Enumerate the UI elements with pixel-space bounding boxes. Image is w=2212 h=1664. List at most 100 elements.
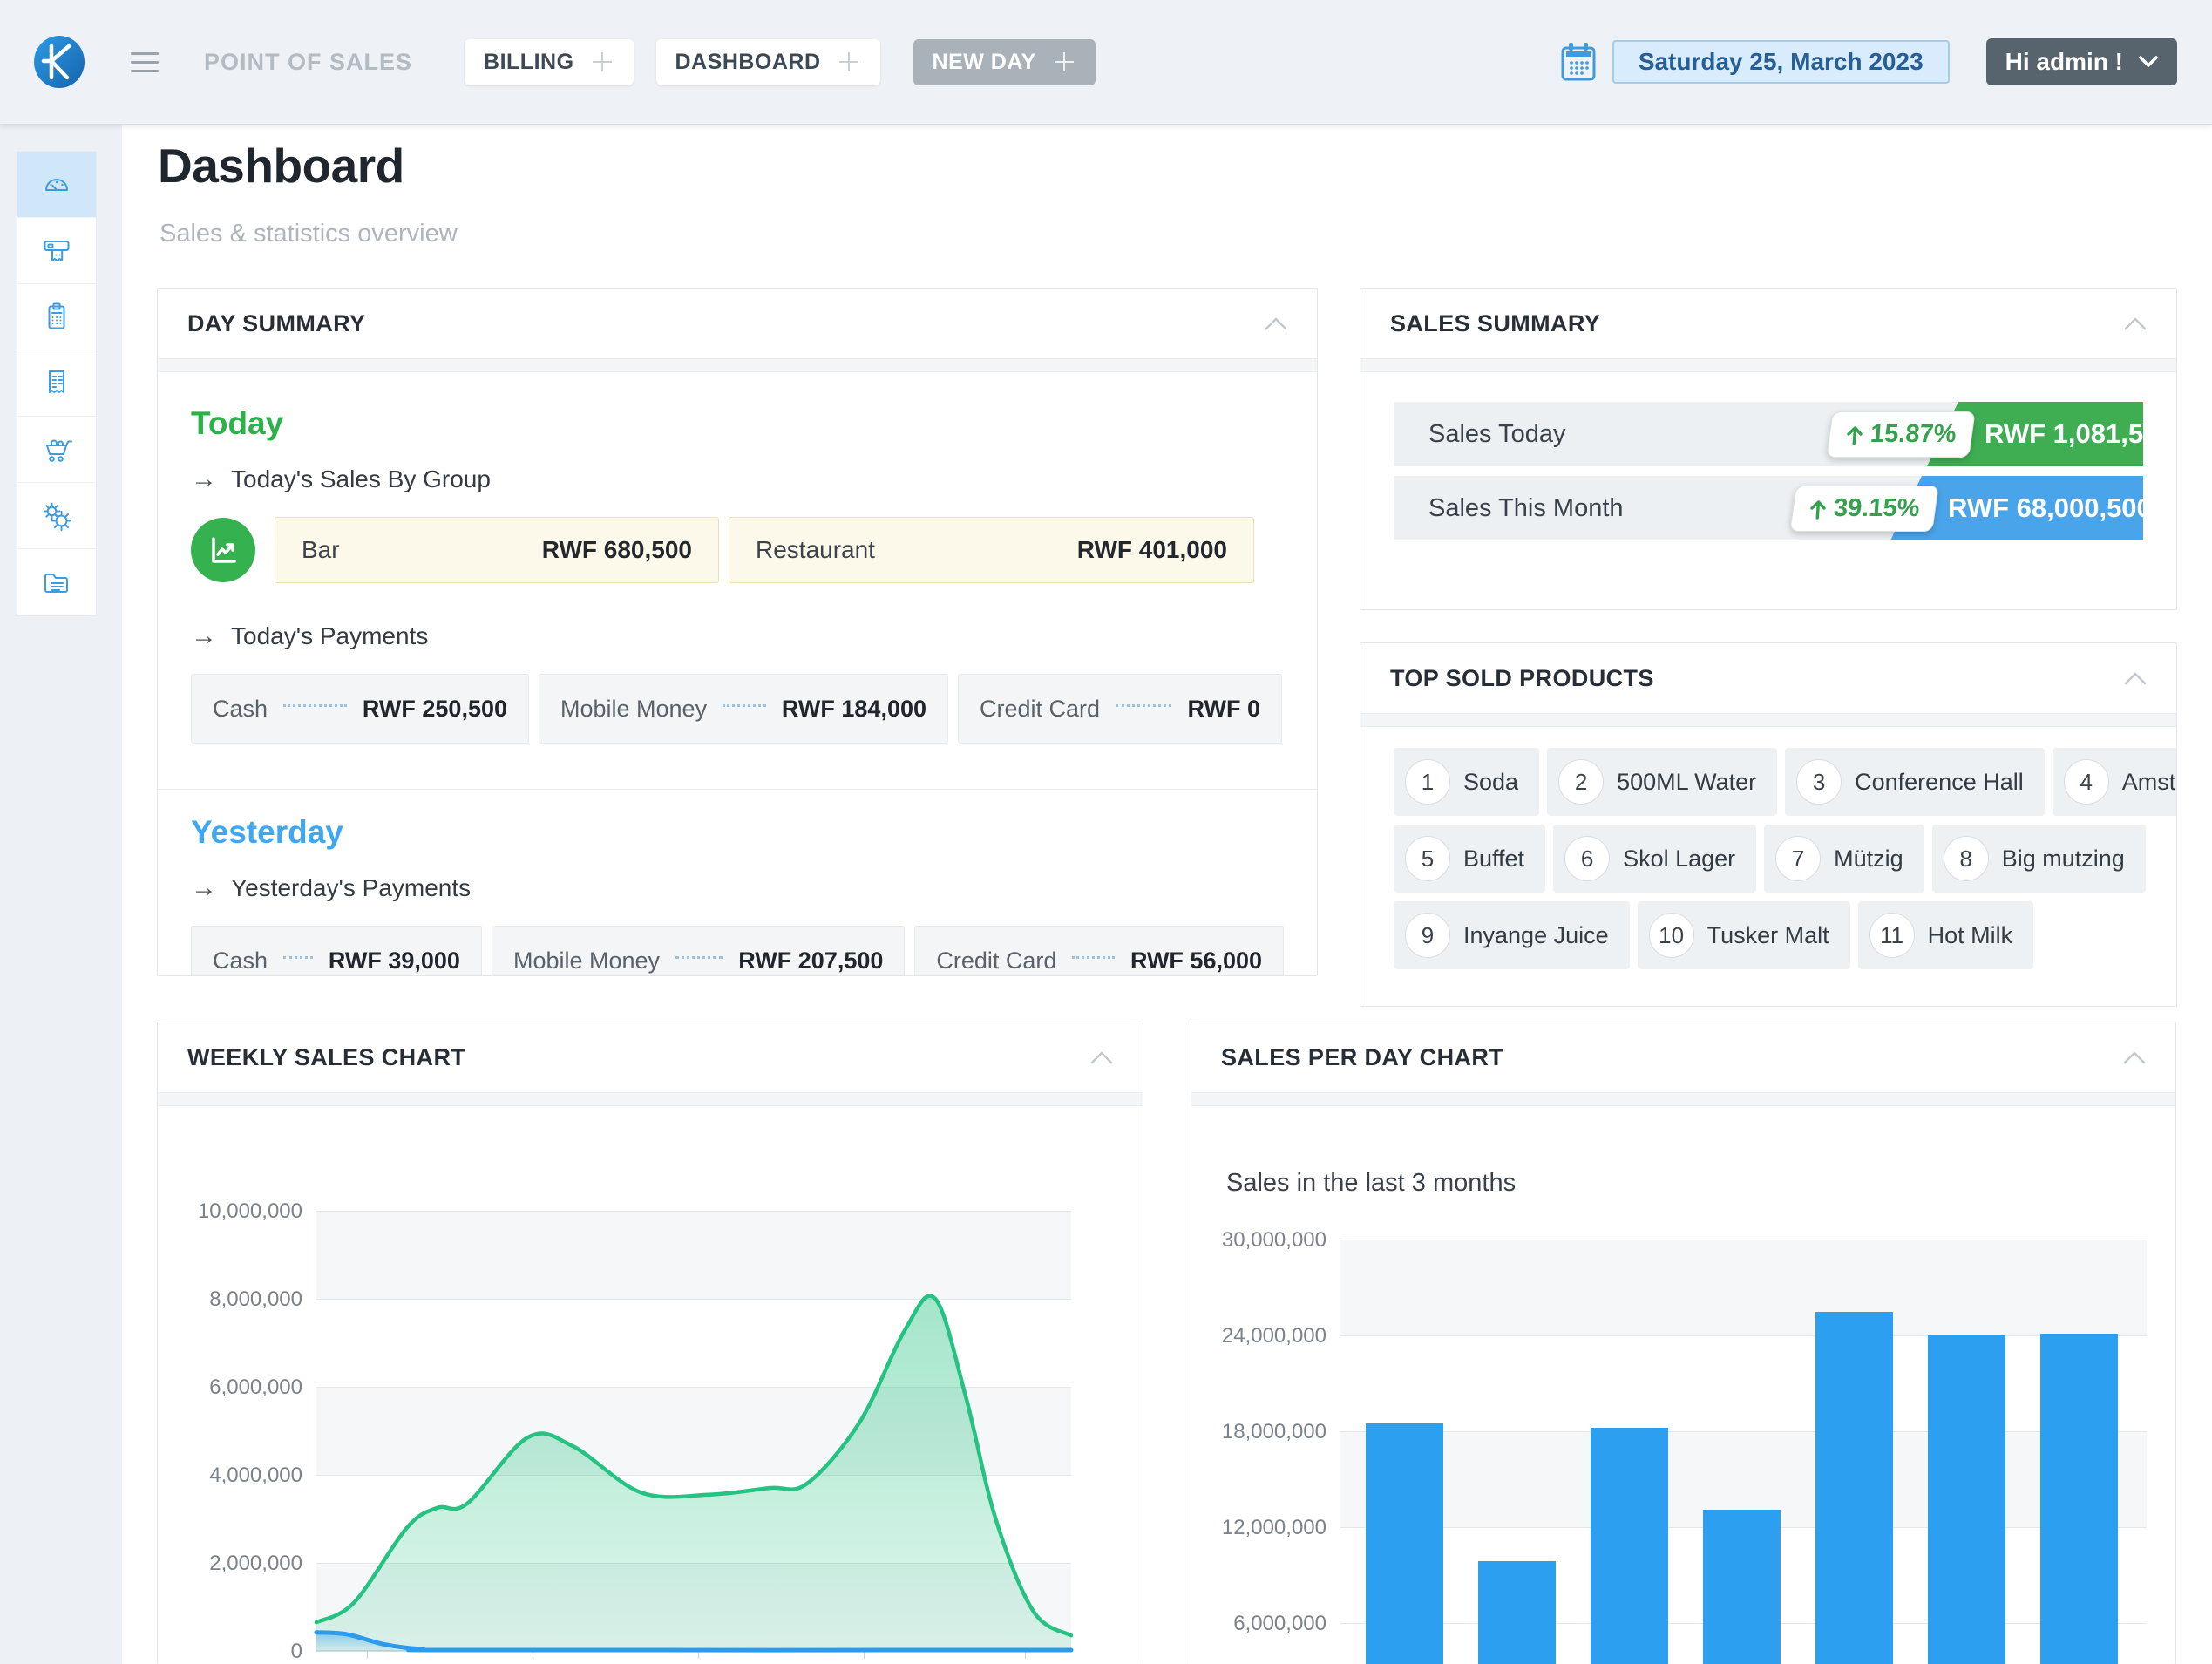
sales-group-box: Bar RWF 680,500 bbox=[275, 517, 719, 583]
menu-toggle-icon[interactable] bbox=[131, 52, 159, 72]
group-name: Bar bbox=[302, 536, 340, 564]
x-axis-tick bbox=[367, 1651, 368, 1659]
dashboard-button-label: DASHBOARD bbox=[675, 50, 821, 75]
yesterday-payments-label: → Yesterday's Payments bbox=[191, 873, 1284, 903]
daily-bar-chart: 30,000,00024,000,00018,000,00012,000,000… bbox=[1191, 1106, 2175, 1664]
sidebar-item-reports[interactable] bbox=[17, 549, 96, 615]
dotted-leader bbox=[283, 704, 347, 707]
collapse-chevron-icon[interactable] bbox=[1265, 317, 1287, 330]
sales-group-box: RestaurantRWF 401,000 bbox=[729, 517, 1254, 583]
payment-name: Cash bbox=[213, 696, 268, 723]
product-chip: 6 Skol Lager bbox=[1553, 825, 1756, 893]
sidebar-item-dashboard[interactable] bbox=[17, 152, 96, 218]
top-products-title: TOP SOLD PRODUCTS bbox=[1390, 665, 1654, 692]
payment-value: RWF 207,500 bbox=[738, 947, 883, 975]
sales-summary-row: Sales Today15.87%RWF 1,081,500 bbox=[1394, 402, 2143, 466]
invoices-icon bbox=[39, 366, 74, 401]
product-chip: 7Mützig bbox=[1764, 825, 1924, 893]
payment-name: Credit Card bbox=[936, 947, 1056, 975]
product-chip: 2500ML Water bbox=[1547, 748, 1777, 816]
weekly-area-chart: 10,000,0008,000,0006,000,0004,000,0002,0… bbox=[158, 1106, 1143, 1664]
sales-summary-rows: Sales Today15.87%RWF 1,081,500 Sales This… bbox=[1360, 372, 2176, 540]
weekly-sales-chart-card: WEEKLY SALES CHART 10,000,0008,000,0006,… bbox=[157, 1022, 1143, 1664]
y-axis-label: 4,000,000 bbox=[172, 1464, 302, 1488]
sales-row-label: Sales This Month bbox=[1394, 494, 1793, 523]
orders-icon bbox=[39, 300, 74, 335]
daily-sales-chart-card: SALES PER DAY CHART Sales in the last 3 … bbox=[1191, 1022, 2176, 1664]
product-name: Big mutzing bbox=[2002, 846, 2125, 873]
collapse-chevron-icon[interactable] bbox=[2124, 672, 2147, 685]
group-value: RWF 401,000 bbox=[1077, 536, 1227, 564]
app-logo-icon[interactable] bbox=[33, 35, 85, 89]
collapse-chevron-icon[interactable] bbox=[2124, 317, 2147, 330]
y-axis-label: 30,000,000 bbox=[1196, 1228, 1327, 1253]
sidebar-item-orders[interactable] bbox=[17, 284, 96, 350]
today-payments-row: CashRWF 250,500Mobile MoneyRWF 184,000Cr… bbox=[191, 674, 1284, 744]
product-chip: 3Conference Hall bbox=[1785, 748, 2045, 816]
product-name: Tusker Malt bbox=[1707, 922, 1829, 949]
payment-box: Credit CardRWF 56,000 bbox=[914, 926, 1284, 976]
sales-bar bbox=[2040, 1334, 2118, 1664]
sidebar-item-invoices[interactable] bbox=[17, 350, 96, 417]
gridline bbox=[1340, 1335, 2147, 1336]
sales-bar bbox=[1591, 1428, 1668, 1664]
card-divider-band bbox=[158, 1092, 1143, 1106]
payment-box: Mobile MoneyRWF 184,000 bbox=[539, 674, 948, 744]
product-chip: 9Inyange Juice bbox=[1394, 901, 1630, 969]
dashboard-button[interactable]: DASHBOARD bbox=[656, 39, 880, 85]
day-summary-title: DAY SUMMARY bbox=[187, 310, 365, 337]
payment-value: RWF 184,000 bbox=[782, 696, 926, 723]
page-title: Dashboard bbox=[158, 138, 404, 194]
date-picker[interactable]: Saturday 25, March 2023 bbox=[1612, 40, 1950, 84]
product-chip: 1Soda bbox=[1394, 748, 1539, 816]
y-axis-label: 24,000,000 bbox=[1196, 1324, 1327, 1348]
sales-summary-title: SALES SUMMARY bbox=[1390, 310, 1600, 337]
area-chart-svg bbox=[316, 1211, 1071, 1651]
payment-name: Cash bbox=[213, 947, 268, 975]
billing-button[interactable]: BILLING bbox=[465, 39, 634, 85]
y-axis-label: 0 bbox=[172, 1640, 302, 1664]
gridline bbox=[1340, 1431, 2147, 1432]
product-rank-badge: 2 bbox=[1558, 759, 1604, 805]
new-day-button[interactable]: NEW DAY bbox=[913, 39, 1096, 85]
sidebar-item-products[interactable] bbox=[17, 417, 96, 483]
card-divider-band bbox=[1191, 1092, 2175, 1106]
product-chip-row: 1Soda2500ML Water3Conference Hall4Amstel bbox=[1394, 748, 2143, 816]
payment-name: Mobile Money bbox=[513, 947, 660, 975]
product-name: Amstel bbox=[2122, 769, 2177, 796]
sidebar-item-billing[interactable] bbox=[17, 218, 96, 284]
top-products-card: TOP SOLD PRODUCTS 1Soda2500ML Water3Conf… bbox=[1360, 642, 2177, 1007]
user-menu[interactable]: Hi admin ! bbox=[1986, 38, 2177, 85]
page-subtitle: Sales & statistics overview bbox=[159, 220, 458, 248]
today-payments-label: → Today's Payments bbox=[191, 621, 1284, 651]
sales-summary-card: SALES SUMMARY Sales Today15.87%RWF 1,081… bbox=[1360, 288, 2177, 610]
payment-box: Mobile Money RWF 207,500 bbox=[492, 926, 905, 976]
settings-icon bbox=[39, 499, 74, 533]
product-rank-badge: 7 bbox=[1775, 836, 1821, 881]
card-divider-band bbox=[1360, 358, 2176, 372]
arrow-right-icon: → bbox=[191, 621, 217, 651]
sales-bar bbox=[1703, 1510, 1781, 1664]
product-rank-badge: 6 bbox=[1564, 836, 1610, 881]
dotted-leader bbox=[1072, 956, 1115, 959]
product-name: Conference Hall bbox=[1855, 769, 2024, 796]
products-icon bbox=[39, 432, 74, 467]
plus-icon bbox=[837, 50, 861, 74]
sales-bar bbox=[1366, 1423, 1443, 1664]
product-name: Buffet bbox=[1463, 846, 1524, 873]
percent-change-value: 15.87% bbox=[1869, 420, 1957, 449]
percent-change-badge: 39.15% bbox=[1789, 486, 1939, 532]
product-name: Skol Lager bbox=[1623, 846, 1735, 873]
dotted-leader bbox=[723, 704, 766, 707]
product-chip: 8Big mutzing bbox=[1932, 825, 2146, 893]
billing-icon bbox=[39, 234, 74, 268]
arrow-right-icon: → bbox=[191, 873, 217, 903]
collapse-chevron-icon[interactable] bbox=[2123, 1051, 2146, 1064]
today-heading: Today bbox=[191, 405, 1284, 442]
product-rank-badge: 4 bbox=[2064, 759, 2109, 805]
collapse-chevron-icon[interactable] bbox=[1090, 1051, 1113, 1064]
calendar-icon[interactable] bbox=[1560, 42, 1597, 82]
sidebar-item-settings[interactable] bbox=[17, 483, 96, 549]
today-groups-label: → Today's Sales By Group bbox=[191, 465, 1284, 494]
group-value: RWF 680,500 bbox=[542, 536, 692, 564]
